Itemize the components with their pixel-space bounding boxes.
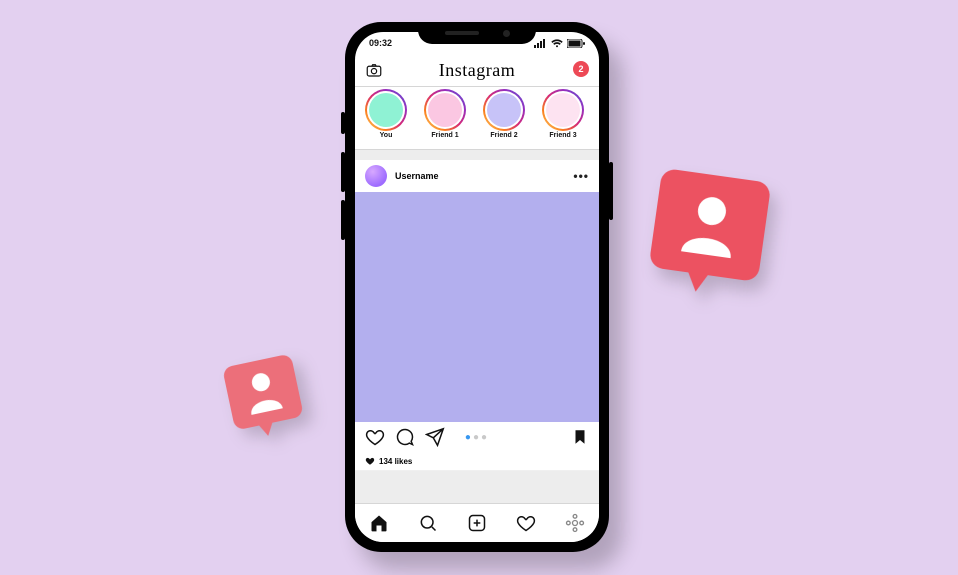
post-actions: ●●●	[355, 422, 599, 452]
feed-gap	[355, 150, 599, 160]
activity-icon[interactable]	[516, 513, 536, 533]
heart-icon	[365, 456, 375, 466]
profile-icon[interactable]	[565, 513, 585, 533]
app-logo: Instagram	[355, 60, 599, 81]
battery-icon	[567, 39, 585, 48]
mute-switch	[341, 112, 345, 134]
follower-bubble-large	[649, 168, 772, 282]
notification-badge[interactable]: 2	[573, 61, 589, 77]
screen: 09:32	[355, 32, 599, 542]
search-icon[interactable]	[418, 513, 438, 533]
notch	[418, 22, 536, 44]
wifi-icon	[551, 39, 563, 48]
app-header: Instagram 2	[355, 54, 599, 87]
story-label: You	[380, 132, 393, 139]
phone-device: 09:32	[345, 22, 609, 552]
story-friend-2[interactable]: Friend 2	[477, 89, 531, 149]
story-friend-4[interactable]: F	[595, 89, 599, 149]
stories-tray[interactable]: You Friend 1 Friend 2 Friend 3 F	[355, 87, 599, 150]
post-avatar[interactable]	[365, 165, 387, 187]
follower-bubble-small	[222, 353, 304, 430]
likes-count: 134 likes	[379, 457, 412, 466]
post-more-button[interactable]: •••	[573, 169, 589, 183]
likes-row[interactable]: 134 likes	[355, 452, 599, 470]
story-label: Friend 3	[549, 132, 576, 139]
story-label: Friend 1	[431, 132, 458, 139]
story-friend-3[interactable]: Friend 3	[536, 89, 590, 149]
home-icon[interactable]	[369, 513, 389, 533]
signal-icon	[534, 39, 547, 48]
story-label: Friend 2	[490, 132, 517, 139]
post-username[interactable]: Username	[395, 171, 439, 181]
bottom-nav	[355, 503, 599, 542]
person-icon	[649, 168, 772, 282]
story-friend-1[interactable]: Friend 1	[418, 89, 472, 149]
volume-down-button	[341, 200, 345, 240]
volume-up-button	[341, 152, 345, 192]
new-post-icon[interactable]	[467, 513, 487, 533]
story-you[interactable]: You	[359, 89, 413, 149]
power-button	[609, 162, 613, 220]
person-icon	[222, 353, 304, 430]
status-time: 09:32	[369, 38, 392, 48]
post-image[interactable]	[355, 192, 599, 422]
post-header: Username •••	[355, 160, 599, 192]
carousel-dots: ●●●	[355, 432, 599, 443]
feed-spacer	[355, 470, 599, 503]
